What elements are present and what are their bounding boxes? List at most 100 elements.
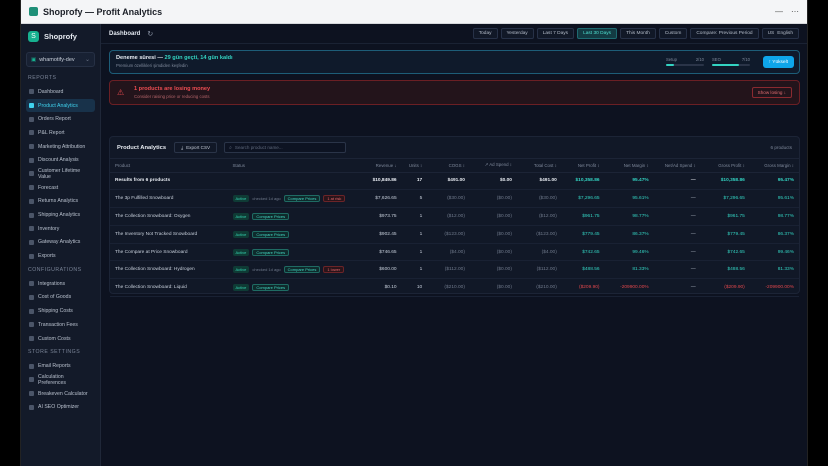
column-header[interactable]: Net/Ad Spend ↕: [653, 159, 701, 173]
table-row[interactable]: The Collection Snowboard: Oxygen Active Co…: [110, 207, 799, 226]
sidebar-item-label: Shipping Analytics: [38, 212, 81, 219]
window-title: Shoprofy — Profit Analytics: [43, 6, 163, 17]
price-warning-badge[interactable]: 1 lower: [323, 266, 345, 274]
inventory-icon: [29, 226, 34, 232]
refresh-icon[interactable]: ↻: [147, 30, 153, 38]
compare-prices-button[interactable]: Compare Prices: [252, 212, 290, 220]
upgrade-button[interactable]: ↑ Yükselt: [762, 56, 794, 68]
sidebar-item-gateway-analytics[interactable]: Gateway Analytics: [26, 236, 95, 250]
warning-icon: ⚠: [117, 88, 125, 97]
column-header[interactable]: Net Profit ↕: [561, 159, 605, 173]
sidebar-item-ai-seo-optimizer[interactable]: AI SEO Optimizer: [26, 400, 95, 414]
compare-prices-button[interactable]: Compare Prices: [252, 230, 290, 238]
table-row[interactable]: The Compare at Price Snowboard Active Comp…: [110, 243, 799, 262]
sparkle-icon: [29, 404, 34, 410]
summary-gross-profit: $10,358.86: [700, 172, 750, 191]
range-button[interactable]: Compare: Previous Period: [690, 28, 759, 39]
column-header[interactable]: Units ↕: [401, 159, 428, 173]
cell-gross-margin: 98.77%: [749, 207, 799, 226]
compare-prices-button[interactable]: Compare Prices: [283, 195, 321, 203]
range-button[interactable]: This Month: [620, 28, 656, 39]
show-losing-button[interactable]: Show losing ↓: [751, 87, 792, 98]
sidebar-item-cost-of-goods[interactable]: Cost of Goods: [26, 291, 95, 305]
sidebar-item-marketing-attribution[interactable]: Marketing Attribution: [26, 140, 95, 154]
column-header[interactable]: Gross Margin ↕: [749, 159, 799, 173]
sidebar-item-calculation-preferences[interactable]: Calculation Preferences: [26, 373, 95, 387]
calc-icon: [29, 377, 34, 383]
table-row[interactable]: The Collection Snowboard: Liquid Active Co…: [110, 278, 799, 298]
summary-net-ad: —: [653, 172, 701, 191]
forecast-icon: [29, 185, 34, 191]
column-header[interactable]: Product: [110, 159, 228, 173]
cell-ad-spend: ($0.00): [469, 225, 517, 244]
cell-total-cost: ($112.00): [516, 260, 562, 280]
mail-icon: [29, 363, 34, 369]
compare-prices-button[interactable]: Compare Prices: [252, 248, 290, 256]
product-name[interactable]: The 3p Fulfilled Snowboard: [110, 189, 228, 209]
sidebar-item-p-l-report[interactable]: P&L Report: [26, 126, 95, 140]
range-button[interactable]: Last 7 Days: [536, 28, 575, 39]
table-row[interactable]: The Inventory Not Tracked Snowboard Activ…: [110, 225, 799, 244]
table-row[interactable]: The 3p Fulfilled Snowboard Active checked …: [110, 189, 799, 209]
sidebar-item-label: Cost of Goods: [38, 294, 72, 301]
download-icon: ⤓: [181, 145, 184, 150]
progress-label: Setup: [666, 57, 677, 62]
checked-time: checked 1d ago: [252, 196, 281, 202]
column-header[interactable]: Status: [227, 159, 351, 173]
sidebar-item-forecast[interactable]: Forecast: [26, 181, 95, 195]
minimize-icon[interactable]: —: [775, 7, 783, 16]
product-name[interactable]: The Collection Snowboard: Liquid: [110, 278, 228, 298]
cell-gross-margin: 95.61%: [749, 189, 799, 209]
cell-net-margin: 99.46%: [604, 243, 654, 262]
titlebar: Shoprofy — Profit Analytics — ⋯: [21, 0, 807, 24]
column-header[interactable]: Total Cost ↕: [516, 159, 562, 173]
trial-days: 29 gün geçti, 14 gün kaldı: [164, 55, 233, 61]
sidebar-item-exports[interactable]: Exports: [26, 249, 95, 263]
cell-revenue: $746.65: [350, 243, 402, 262]
store-selector[interactable]: ▣ whamotify-dev ⌄: [26, 52, 95, 67]
table-row[interactable]: The Collection Snowboard: Hydrogen Active…: [110, 260, 799, 280]
export-csv-button[interactable]: ⤓ Export CSV: [174, 142, 218, 153]
sidebar-item-transaction-fees[interactable]: Transaction Fees: [26, 318, 95, 332]
compare-prices-button[interactable]: Compare Prices: [283, 266, 321, 274]
more-icon[interactable]: ⋯: [791, 7, 799, 16]
column-header[interactable]: Net Margin ↕: [604, 159, 654, 173]
sidebar-item-custom-costs[interactable]: Custom Costs: [26, 332, 95, 346]
sidebar-item-inventory[interactable]: Inventory: [26, 222, 95, 236]
price-warning-badge[interactable]: 1 at risk: [323, 195, 346, 203]
sidebar-item-customer-lifetime-value[interactable]: Customer Lifetime Value: [26, 167, 95, 181]
range-button[interactable]: Today: [472, 28, 498, 39]
sidebar-item-orders-report[interactable]: Orders Report: [26, 112, 95, 126]
cell-total-cost: ($4.00): [516, 243, 562, 262]
sidebar-item-shipping-analytics[interactable]: Shipping Analytics: [26, 208, 95, 222]
range-button[interactable]: Yesterday: [500, 28, 534, 39]
column-header[interactable]: ↗ Ad Spend ↕: [469, 159, 517, 173]
brand[interactable]: S Shoprofy: [28, 31, 93, 42]
sidebar-item-dashboard[interactable]: Dashboard: [26, 85, 95, 99]
product-name[interactable]: The Collection Snowboard: Oxygen: [110, 207, 228, 226]
product-name[interactable]: The Compare at Price Snowboard: [110, 243, 228, 262]
product-name[interactable]: The Inventory Not Tracked Snowboard: [110, 225, 228, 244]
sidebar-item-discount-analysis[interactable]: Discount Analysis: [26, 153, 95, 167]
summary-units: 17: [401, 172, 428, 191]
column-header[interactable]: Revenue ↓: [350, 159, 402, 173]
customer-icon: [29, 171, 34, 177]
cell-cogs: ($4.00): [427, 243, 470, 262]
sidebar-item-email-reports[interactable]: Email Reports: [26, 359, 95, 373]
sidebar-item-label: AI SEO Optimizer: [38, 404, 79, 411]
range-button[interactable]: Custom: [658, 28, 688, 39]
cell-total-cost: ($210.00): [516, 278, 562, 298]
range-button[interactable]: Last 30 Days: [577, 28, 618, 39]
search-input[interactable]: [234, 145, 342, 150]
language-selector[interactable]: US English: [761, 28, 799, 39]
sidebar-item-returns-analytics[interactable]: Returns Analytics: [26, 195, 95, 209]
sidebar-item-label: Dashboard: [38, 88, 64, 95]
column-header[interactable]: Gross Profit ↕: [700, 159, 750, 173]
sidebar-item-shipping-costs[interactable]: Shipping Costs: [26, 304, 95, 318]
compare-prices-button[interactable]: Compare Prices: [252, 284, 290, 292]
sidebar-item-breakeven-calculator[interactable]: Breakeven Calculator: [26, 387, 95, 401]
product-name[interactable]: The Collection Snowboard: Hydrogen: [110, 260, 228, 280]
column-header[interactable]: COGS ↕: [427, 159, 470, 173]
sidebar-item-product-analytics[interactable]: Product Analytics: [26, 98, 95, 113]
sidebar-item-integrations[interactable]: Integrations: [26, 277, 95, 291]
